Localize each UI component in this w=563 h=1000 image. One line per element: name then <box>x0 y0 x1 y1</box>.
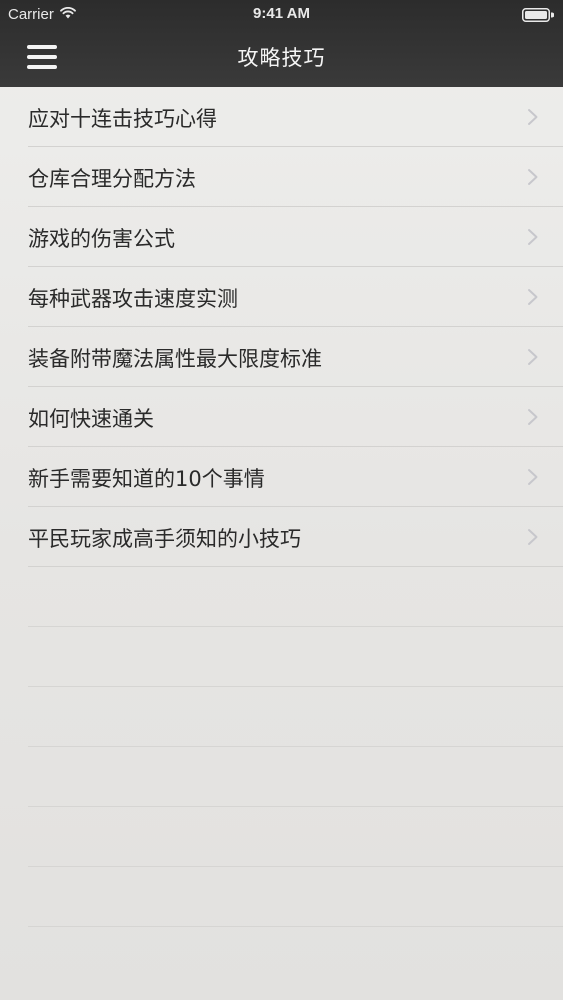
chevron-right-icon <box>528 229 538 245</box>
list-item[interactable]: 装备附带魔法属性最大限度标准 <box>28 327 563 387</box>
tips-list: 应对十连击技巧心得 仓库合理分配方法 游戏的伤害公式 每种武器攻击速度实测 装备… <box>0 87 563 927</box>
list-item-label: 如何快速通关 <box>28 407 154 431</box>
list-item[interactable]: 仓库合理分配方法 <box>28 147 563 207</box>
list-item-label: 装备附带魔法属性最大限度标准 <box>28 347 322 371</box>
list-item-label: 新手需要知道的10个事情 <box>28 467 265 491</box>
list-item-label: 仓库合理分配方法 <box>28 167 196 191</box>
page-title: 攻略技巧 <box>237 46 326 70</box>
list-item-label: 每种武器攻击速度实测 <box>28 287 238 311</box>
chevron-right-icon <box>528 109 538 125</box>
empty-row-separator <box>28 807 563 867</box>
empty-row-separator <box>28 687 563 747</box>
empty-row-separator <box>28 627 563 687</box>
list-item-label: 应对十连击技巧心得 <box>28 107 217 131</box>
list-item[interactable]: 新手需要知道的10个事情 <box>28 447 563 507</box>
empty-row-separator <box>28 747 563 807</box>
top-bar: Carrier 9:41 AM 攻略技巧 <box>0 0 563 87</box>
list-item-label: 平民玩家成高手须知的小技巧 <box>28 527 301 551</box>
status-time: 9:41 AM <box>253 5 310 22</box>
navigation-bar: 攻略技巧 <box>0 28 563 87</box>
list-item[interactable]: 平民玩家成高手须知的小技巧 <box>28 507 563 567</box>
list-item-label: 游戏的伤害公式 <box>28 227 175 251</box>
chevron-right-icon <box>528 169 538 185</box>
list-item[interactable]: 每种武器攻击速度实测 <box>28 267 563 327</box>
chevron-right-icon <box>528 469 538 485</box>
empty-row-separator <box>28 867 563 927</box>
list-item[interactable]: 应对十连击技巧心得 <box>28 87 563 147</box>
battery-icon <box>522 8 555 22</box>
list-item[interactable]: 游戏的伤害公式 <box>28 207 563 267</box>
status-bar: Carrier 9:41 AM <box>0 0 563 28</box>
empty-row-separator <box>28 567 563 627</box>
chevron-right-icon <box>528 289 538 305</box>
chevron-right-icon <box>528 409 538 425</box>
list-item[interactable]: 如何快速通关 <box>28 387 563 447</box>
chevron-right-icon <box>528 349 538 365</box>
chevron-right-icon <box>528 529 538 545</box>
